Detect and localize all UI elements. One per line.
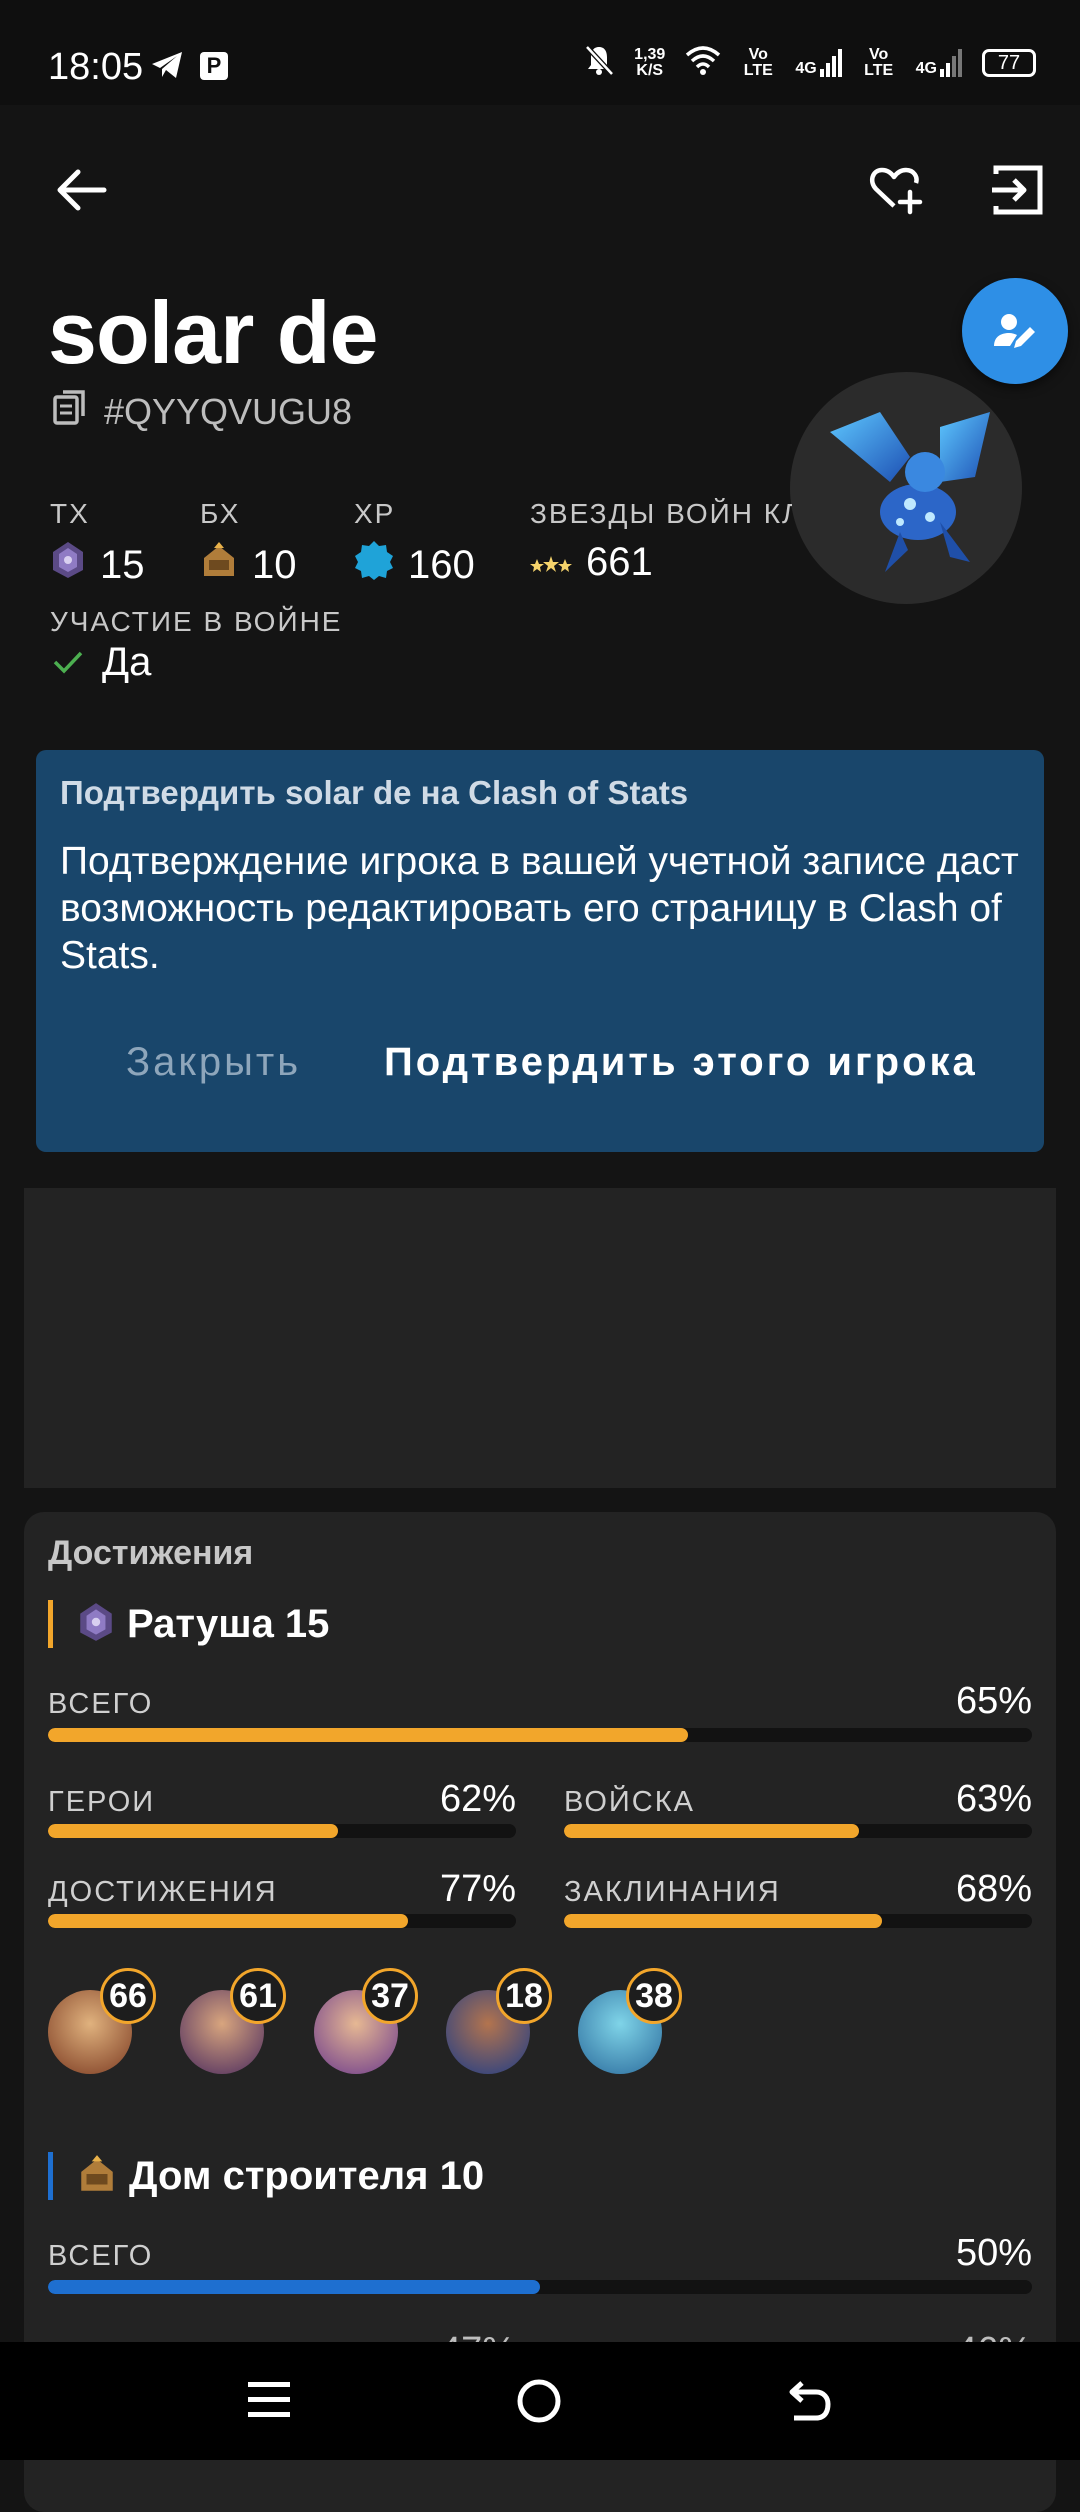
spells-progress-bar xyxy=(564,1914,1032,1928)
hero-level-badge: 66 xyxy=(100,1968,156,2024)
back-nav-icon[interactable] xyxy=(786,2378,832,2429)
builder-hall-icon xyxy=(77,2153,117,2200)
battery-icon: 77 xyxy=(982,49,1036,77)
progress-fill xyxy=(48,2280,540,2294)
bh-total-progress-bar xyxy=(48,2280,1032,2294)
hero-level-badge: 18 xyxy=(496,1968,552,2024)
bh-total-value: 50% xyxy=(955,2232,1032,2274)
ad-placeholder xyxy=(24,1188,1056,1488)
progress-fill xyxy=(564,1914,883,1928)
achievements-value: 77% xyxy=(439,1868,516,1910)
logout-icon[interactable] xyxy=(988,160,1048,220)
section-accent xyxy=(48,2152,53,2200)
stat-label: БХ xyxy=(200,498,241,529)
verify-card: Подтвердить solar de на Clash of Stats П… xyxy=(36,750,1044,1152)
net-type-1: 4G xyxy=(795,60,817,77)
parking-icon: P xyxy=(200,52,228,80)
achievements-title: Достижения xyxy=(48,1534,254,1572)
player-avatar xyxy=(790,372,1022,604)
signal-icon-2: 4G xyxy=(916,49,962,77)
builder-hall-icon xyxy=(200,540,238,590)
net-speed-unit: K/S xyxy=(636,62,664,79)
player-tag: #QYYQVUGU8 xyxy=(104,390,353,432)
stat-value: 15 xyxy=(100,542,145,587)
troops-value: 63% xyxy=(955,1778,1032,1820)
stat-label: ТХ xyxy=(50,498,90,529)
stat-xp: XP 160 xyxy=(354,498,475,590)
net-speed: 1,39 K/S xyxy=(634,47,665,79)
confirm-player-button[interactable]: Подтвердить этого игрока xyxy=(384,1040,978,1085)
stat-value: 160 xyxy=(408,542,475,587)
wifi-icon xyxy=(685,45,721,81)
mute-icon xyxy=(584,44,615,82)
war-stars-icon xyxy=(530,540,572,585)
hero-level-badge: 61 xyxy=(230,1968,286,2024)
status-bar: 18:05 P 1,39 K/S Vo LTE 4G Vo LTE 4G 77 xyxy=(0,0,1080,105)
electro-dragon-icon xyxy=(830,412,990,572)
town-hall-name: Ратуша 15 xyxy=(127,1601,330,1646)
progress-fill xyxy=(48,1824,339,1838)
net-speed-value: 1,39 xyxy=(634,46,666,63)
edit-person-icon xyxy=(994,314,1035,348)
menu-icon[interactable] xyxy=(248,2378,290,2427)
copy-icon[interactable] xyxy=(52,388,88,435)
volte-1: Vo LTE xyxy=(743,46,773,79)
total-progress-bar xyxy=(48,1728,1032,1742)
home-icon[interactable] xyxy=(516,2378,562,2429)
telegram-icon xyxy=(150,50,184,85)
stat-war-stars: ЗВЕЗДЫ ВОЙН КЛ 661 xyxy=(530,498,792,585)
war-participation-value: Да xyxy=(52,640,151,685)
builder-hall-section-header: Дом строителя 10 xyxy=(48,2152,484,2200)
stat-value: 10 xyxy=(252,542,297,587)
builder-hall-name: Дом строителя 10 xyxy=(129,2153,485,2198)
stat-builder-hall: БХ 10 xyxy=(200,498,297,590)
war-participation-label: УЧАСТИЕ В ВОЙНЕ xyxy=(50,606,343,637)
hero-level-badge: 37 xyxy=(362,1968,418,2024)
close-button[interactable]: Закрыть xyxy=(126,1040,301,1085)
player-name: solar de xyxy=(48,283,378,382)
total-value: 65% xyxy=(955,1680,1032,1722)
edit-button[interactable] xyxy=(962,278,1068,384)
status-icons: 1,39 K/S Vo LTE 4G Vo LTE 4G 77 xyxy=(584,44,1036,82)
town-hall-icon xyxy=(77,1601,115,1648)
stat-label: ЗВЕЗДЫ ВОЙН КЛ xyxy=(530,498,792,529)
favorite-add-icon[interactable] xyxy=(866,160,926,220)
net-type-2: 4G xyxy=(915,60,937,77)
achievements-progress-bar xyxy=(48,1914,516,1928)
heroes-value: 62% xyxy=(439,1778,516,1820)
war-value-text: Да xyxy=(102,640,152,684)
back-arrow-icon[interactable] xyxy=(52,160,112,220)
status-time: 18:05 xyxy=(48,46,144,88)
section-accent xyxy=(48,1600,53,1648)
stat-town-hall: ТХ 15 xyxy=(50,498,145,590)
town-hall-icon xyxy=(50,540,86,590)
progress-fill xyxy=(48,1914,409,1928)
battery-level: 77 xyxy=(997,51,1021,74)
signal-icon: 4G xyxy=(795,49,842,77)
town-hall-section-header: Ратуша 15 xyxy=(48,1600,329,1648)
verify-title: Подтвердить solar de на Clash of Stats xyxy=(60,774,689,811)
verify-text: Подтверждение игрока в вашей учетной зап… xyxy=(60,840,1019,977)
troops-progress-bar xyxy=(564,1824,1032,1838)
volte-2: Vo LTE xyxy=(864,46,894,79)
system-nav-bar xyxy=(0,2342,1080,2460)
progress-fill xyxy=(564,1824,859,1838)
xp-badge-icon xyxy=(354,540,394,590)
stat-label: XP xyxy=(354,498,396,529)
spells-value: 68% xyxy=(955,1868,1032,1910)
progress-fill xyxy=(48,1728,688,1742)
heroes-progress-bar xyxy=(48,1824,516,1838)
player-tag-row[interactable]: #QYYQVUGU8 xyxy=(52,388,352,435)
stat-value: 661 xyxy=(586,540,653,584)
hero-level-badge: 38 xyxy=(626,1968,682,2024)
check-icon xyxy=(52,640,84,685)
